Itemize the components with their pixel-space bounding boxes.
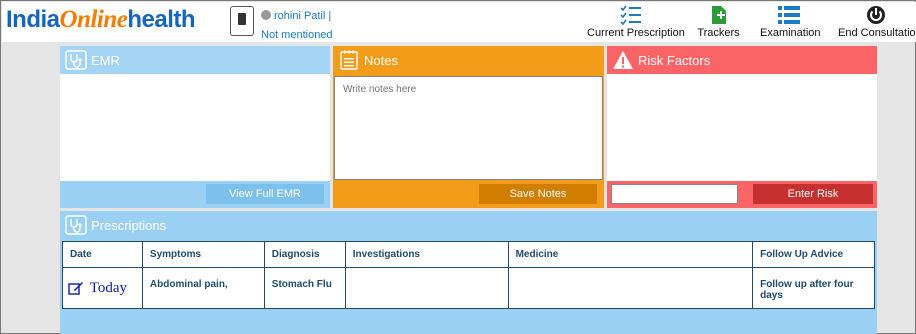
nav-examination[interactable]: Examination [760,5,821,41]
cell-diagnosis: Stomach Flu [263,267,346,309]
emr-footer: View Full EMR [60,181,330,208]
top-header: IndiaOnlinehealth rohini Patil | Not men… [2,2,916,42]
column-header: Investigations [344,241,509,268]
patient-name-text: rohini Patil [274,10,326,22]
warning-icon [613,51,633,69]
prescriptions-table: Date Symptoms Diagnosis Investigations M… [62,241,875,309]
list-icon [778,6,800,24]
cell-follow-up: Follow up after four days [752,267,875,309]
prescriptions-panel: Prescriptions Date Symptoms Diagnosis In… [60,211,877,334]
risk-header: Risk Factors [607,46,877,74]
power-icon [867,6,885,24]
patient-status-dot [261,10,271,20]
emr-header: EMR [60,46,330,74]
nav-current-prescription[interactable]: Current Prescription [587,5,685,41]
column-header: Symptoms [141,241,265,268]
cell-date: Today [62,267,143,309]
notes-header: Notes [333,46,604,74]
column-header: Date [62,241,143,268]
cell-investigations [344,267,509,309]
device-icon[interactable] [230,6,254,36]
notepad-icon [340,50,358,70]
edit-icon[interactable] [68,281,84,295]
prescriptions-title: Prescriptions [91,218,167,233]
emr-panel: EMR View Full EMR [60,46,330,208]
cell-symptoms: Abdominal pain, [141,267,265,309]
nav-trackers[interactable]: Trackers [696,5,741,41]
nav-label: Examination [760,27,821,39]
table-row[interactable]: Today Abdominal pain, Stomach Flu Follow… [62,267,875,309]
nav-end-consultation[interactable]: End Consultation [838,5,916,41]
enter-risk-button[interactable]: Enter Risk [753,184,873,204]
nav-label: End Consultation [838,27,916,39]
prescriptions-header: Prescriptions [60,211,877,239]
nav-label: Current Prescription [587,27,685,39]
patient-subtitle[interactable]: Not mentioned [261,29,333,41]
column-header: Diagnosis [263,241,346,268]
nav-label: Trackers [697,27,740,39]
emr-title: EMR [91,53,120,68]
add-document-icon [711,6,726,24]
risk-title: Risk Factors [638,53,711,68]
stethoscope-icon [65,50,87,70]
view-full-emr-button[interactable]: View Full EMR [206,184,324,204]
notes-title: Notes [364,53,398,68]
table-header-row: Date Symptoms Diagnosis Investigations M… [62,241,875,268]
risk-factors-panel: Risk Factors Enter Risk [607,46,877,208]
logo-text-health: health [127,6,196,33]
column-header: Medicine [507,241,754,268]
cell-medicine [507,267,754,309]
patient-name[interactable]: rohini Patil | [274,10,331,22]
notes-panel: Notes Save Notes [333,46,604,208]
notes-textarea[interactable] [334,76,603,180]
column-header: Follow Up Advice [752,241,875,268]
prescription-date: Today [89,279,128,296]
risk-footer: Enter Risk [607,181,877,208]
save-notes-button[interactable]: Save Notes [479,184,597,204]
app-frame: IndiaOnlinehealth rohini Patil | Not men… [0,0,916,334]
checklist-icon [619,5,641,25]
logo-text-online: Online [59,6,128,33]
patient-separator: | [328,10,332,22]
logo-text-india: India [6,6,60,33]
risk-factor-input[interactable] [611,184,738,204]
stethoscope-icon [65,215,87,235]
app-logo[interactable]: IndiaOnlinehealth [6,6,196,34]
